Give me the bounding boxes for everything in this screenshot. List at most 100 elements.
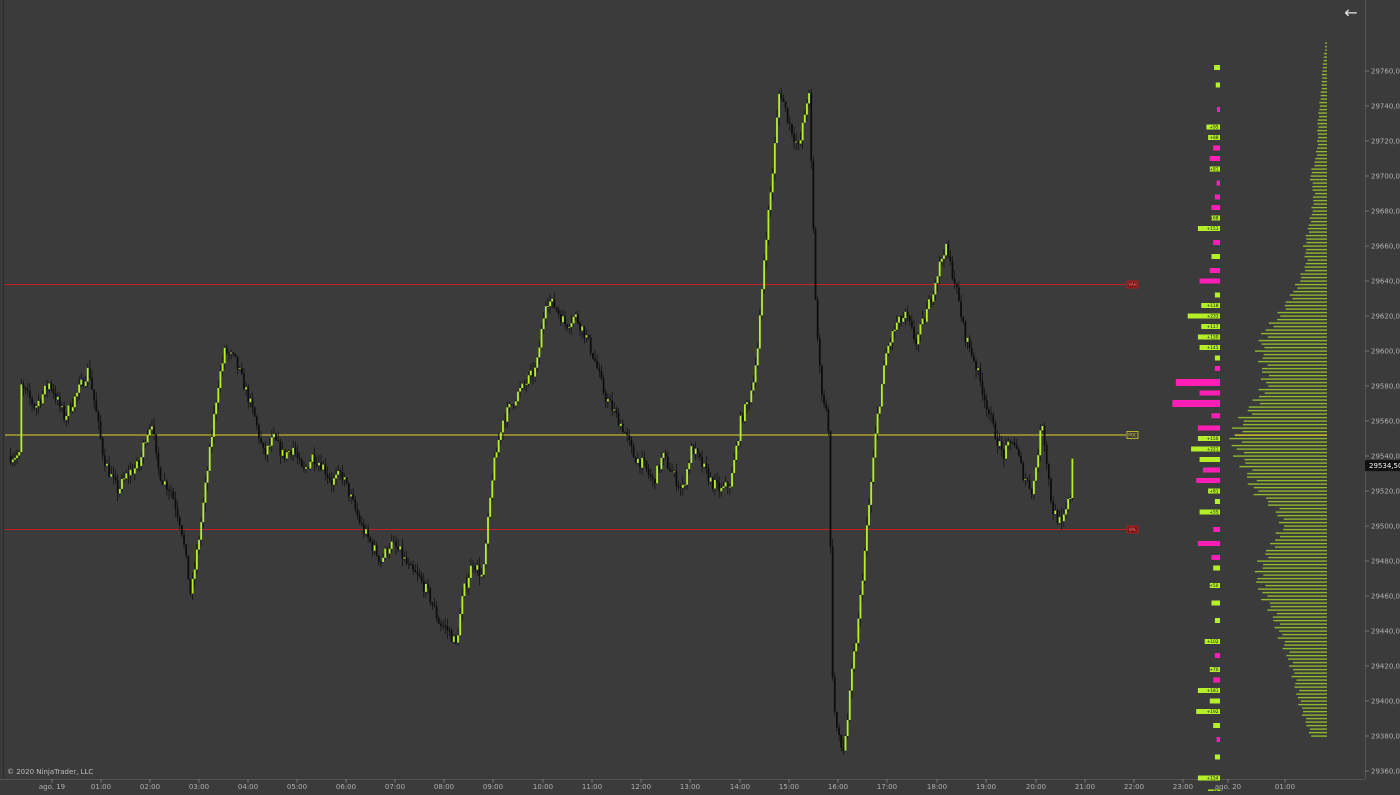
candle-down bbox=[435, 606, 438, 619]
volume-profile-bar bbox=[1284, 525, 1327, 527]
candle-up bbox=[641, 457, 644, 468]
volume-profile-bar bbox=[1320, 98, 1327, 100]
candle-down bbox=[577, 314, 579, 324]
delta-bar bbox=[1214, 499, 1220, 504]
candle-down bbox=[328, 477, 331, 481]
volume-profile-bar bbox=[1321, 87, 1327, 90]
candle-down bbox=[624, 432, 626, 433]
volume-profile-bar bbox=[1231, 427, 1327, 429]
candle-up bbox=[213, 414, 215, 437]
volume-profile-bar bbox=[1247, 409, 1327, 412]
x-tick-label: 05:00 bbox=[287, 783, 307, 791]
volume-profile-bar bbox=[1257, 560, 1327, 562]
candle-down bbox=[446, 626, 449, 631]
candle-up bbox=[133, 468, 136, 474]
volume-profile-bar bbox=[1231, 444, 1327, 447]
candle-up bbox=[502, 420, 504, 433]
candle-up bbox=[288, 451, 290, 453]
candle-up bbox=[855, 643, 858, 652]
candle-down bbox=[433, 604, 436, 607]
candle-up bbox=[144, 442, 147, 444]
volume-profile-bar bbox=[1258, 388, 1327, 391]
volume-profile-bar bbox=[1306, 248, 1327, 251]
candle-down bbox=[951, 261, 954, 279]
volume-profile-bar bbox=[1317, 143, 1327, 146]
delta-bar bbox=[1213, 565, 1220, 571]
volume-profile-bar bbox=[1305, 234, 1327, 237]
candle-up bbox=[273, 434, 275, 438]
candle-up bbox=[499, 432, 502, 440]
volume-profile-bar bbox=[1303, 710, 1327, 713]
candle-up bbox=[221, 363, 224, 372]
candle-up bbox=[495, 452, 498, 458]
delta-bar bbox=[1211, 555, 1220, 560]
candle-up bbox=[210, 436, 213, 447]
candle-down bbox=[630, 439, 633, 446]
volume-profile-bar bbox=[1309, 178, 1327, 181]
volume-profile-bar bbox=[1280, 623, 1327, 625]
volume-profile-bar bbox=[1254, 570, 1327, 573]
x-tick-label: 01:00 bbox=[91, 783, 111, 791]
candle-up bbox=[613, 409, 616, 411]
candle-up bbox=[11, 459, 14, 463]
delta-label: +181 bbox=[1207, 688, 1219, 694]
volume-profile-bar bbox=[1306, 238, 1327, 240]
candle-down bbox=[825, 403, 828, 410]
volume-profile-bar bbox=[1311, 168, 1327, 170]
volume-profile-bar bbox=[1229, 437, 1327, 440]
candle-down bbox=[634, 457, 637, 463]
candle-up bbox=[452, 636, 455, 642]
candle-up bbox=[703, 463, 706, 467]
candle-up bbox=[20, 384, 23, 453]
candle-down bbox=[671, 471, 673, 473]
candle-up bbox=[876, 413, 879, 434]
candle-up bbox=[285, 452, 288, 459]
volume-profile-bar bbox=[1308, 224, 1327, 226]
arrow-left-icon[interactable]: ← bbox=[1340, 3, 1362, 23]
candle-up bbox=[388, 548, 391, 554]
y-tick-label: 29580,00 bbox=[1371, 383, 1400, 391]
candle-up bbox=[202, 502, 205, 523]
candle-down bbox=[910, 321, 913, 328]
candle-down bbox=[838, 727, 840, 735]
delta-bar bbox=[1211, 205, 1220, 210]
candle-up bbox=[1069, 498, 1072, 499]
candle-down bbox=[103, 455, 106, 466]
candle-up bbox=[977, 368, 980, 371]
candle-up bbox=[848, 690, 851, 720]
candle-down bbox=[596, 360, 599, 369]
candle-down bbox=[992, 414, 995, 424]
candle-up bbox=[521, 383, 524, 389]
candle-up bbox=[746, 402, 748, 405]
delta-label: +145 bbox=[1207, 345, 1219, 351]
candle-up bbox=[110, 474, 113, 477]
candle-up bbox=[384, 548, 387, 558]
volume-profile-bar bbox=[1253, 493, 1327, 496]
candle-up bbox=[878, 406, 881, 414]
candle-down bbox=[369, 537, 372, 542]
y-tick-label: 29380,00 bbox=[1371, 733, 1400, 741]
candle-up bbox=[140, 457, 143, 466]
candle-up bbox=[151, 426, 153, 430]
candle-down bbox=[410, 564, 412, 566]
candle-up bbox=[570, 323, 573, 327]
x-tick-label: ago. 19 bbox=[39, 783, 65, 791]
candle-down bbox=[566, 324, 569, 328]
volume-profile-bar bbox=[1275, 546, 1327, 548]
candle-up bbox=[898, 316, 900, 323]
volume-profile-bar bbox=[1292, 297, 1327, 300]
candle-up bbox=[863, 550, 866, 581]
candle-up bbox=[859, 594, 862, 619]
volume-profile-bar bbox=[1275, 532, 1327, 534]
candle-up bbox=[585, 335, 588, 338]
candle-down bbox=[24, 387, 27, 390]
volume-profile-bar bbox=[1315, 157, 1327, 160]
candle-up bbox=[857, 618, 860, 644]
delta-bar bbox=[1214, 618, 1220, 623]
delta-bar bbox=[1213, 723, 1220, 728]
candle-down bbox=[170, 491, 173, 492]
candle-down bbox=[990, 413, 992, 415]
candle-down bbox=[354, 499, 357, 510]
volume-profile-bar bbox=[1258, 360, 1327, 363]
x-tick-label: ago. 20 bbox=[1215, 783, 1241, 791]
